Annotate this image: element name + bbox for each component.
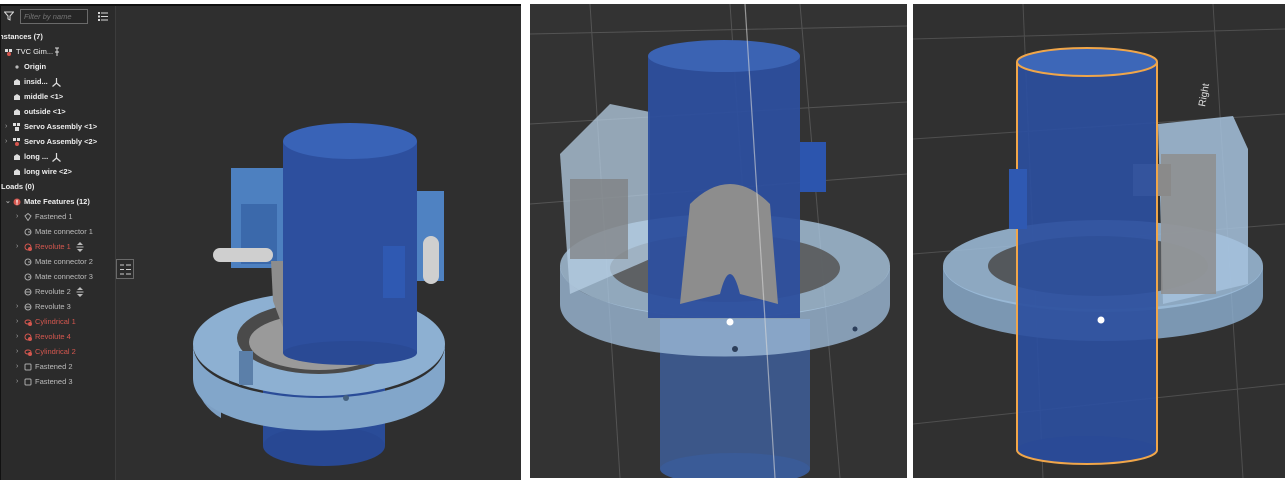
revolute-mate-icon xyxy=(24,288,32,296)
screenshot-composite: Instances (7) TVC Gim... Origin insid... xyxy=(0,0,1287,480)
slider-icon xyxy=(76,242,84,252)
cylindrical-mate-error-icon xyxy=(24,349,32,356)
chevron-right-icon[interactable]: › xyxy=(16,330,18,344)
chevron-right-icon[interactable]: › xyxy=(5,135,7,149)
assembly-icon xyxy=(5,49,12,56)
view-cube-label[interactable]: Right xyxy=(1197,82,1212,107)
slider-icon xyxy=(76,287,84,297)
fastened-mate-icon xyxy=(24,213,32,221)
mate-connector-icon xyxy=(24,258,32,266)
chevron-right-icon[interactable]: › xyxy=(16,210,18,224)
revolute-mate-error-icon xyxy=(24,333,32,341)
subassembly-error-icon xyxy=(13,138,20,146)
tree-toggle-button[interactable] xyxy=(116,259,134,279)
gimbal-transparent-render[interactable] xyxy=(530,4,907,478)
chevron-right-icon[interactable]: › xyxy=(16,345,18,359)
pin-icon xyxy=(55,47,59,56)
mate-connector-icon xyxy=(52,153,61,162)
part-icon xyxy=(14,109,20,115)
gimbal-selection-render[interactable]: Right xyxy=(913,4,1285,478)
mate-connector-icon xyxy=(24,273,32,281)
filter-icon[interactable] xyxy=(4,11,14,21)
tree-toolbar xyxy=(1,6,115,28)
revolute-mate-icon xyxy=(24,303,32,311)
part-icon xyxy=(14,154,20,160)
list-view-icon[interactable] xyxy=(98,12,108,21)
filter-input[interactable] xyxy=(20,9,88,24)
chevron-right-icon[interactable]: › xyxy=(5,120,7,134)
chevron-right-icon[interactable]: › xyxy=(16,375,18,389)
selection-view-panel: Right xyxy=(913,4,1285,478)
instance-tree-sidebar: Instances (7) TVC Gim... Origin insid... xyxy=(1,6,116,480)
chevron-right-icon[interactable]: › xyxy=(16,240,18,254)
loads-section-header[interactable]: › Loads (0) xyxy=(1,180,34,194)
origin-icon xyxy=(15,65,19,69)
chevron-right-icon[interactable]: › xyxy=(16,360,18,374)
assembly-view-panel: Instances (7) TVC Gim... Origin insid... xyxy=(0,4,521,480)
chevron-right-icon[interactable]: › xyxy=(16,300,18,314)
part-icon xyxy=(14,169,20,175)
mate-connector-icon xyxy=(24,228,32,236)
revolute-mate-error-icon xyxy=(24,243,32,251)
gimbal-model-render[interactable] xyxy=(151,86,491,476)
mate-connector-icon xyxy=(52,78,61,87)
part-icon xyxy=(14,79,20,85)
fastened-mate-icon xyxy=(24,378,32,386)
fastened-mate-icon xyxy=(24,363,32,371)
cylindrical-mate-error-icon xyxy=(24,319,32,326)
mate-error-icon xyxy=(13,198,21,206)
list-tree-icon xyxy=(120,264,131,275)
instances-section-header[interactable]: Instances (7) xyxy=(1,30,43,44)
subassembly-icon xyxy=(13,123,20,131)
part-icon xyxy=(14,94,20,100)
chevron-right-icon[interactable]: › xyxy=(16,315,18,329)
chevron-down-icon[interactable]: ⌄ xyxy=(5,195,11,209)
transparent-view-panel xyxy=(530,4,907,478)
